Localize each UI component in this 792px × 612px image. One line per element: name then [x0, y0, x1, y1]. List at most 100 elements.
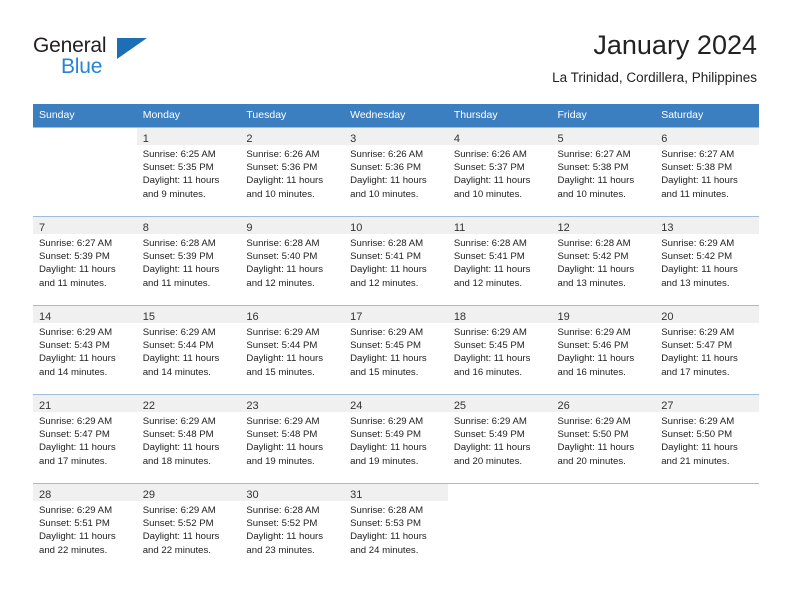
- day-number-bar: 29: [136, 484, 241, 501]
- calendar-week-row: 28 Sunrise: 6:29 AM Sunset: 5:51 PM Dayligh…: [33, 483, 759, 572]
- day-cell-inner: 7 Sunrise: 6:27 AM Sunset: 5:39 PM Daylight…: [33, 217, 137, 305]
- sunset-text: Sunset: 5:41 PM: [350, 251, 422, 263]
- day-sun-info: Sunrise: 6:29 AM Sunset: 5:46 PM Daylight:…: [552, 323, 656, 379]
- calendar-day-cell[interactable]: 23 Sunrise: 6:29 AM Sunset: 5:48 PM Dayligh…: [240, 394, 345, 484]
- sunset-text: Sunset: 5:49 PM: [350, 429, 422, 441]
- day-number: 22: [142, 400, 155, 412]
- sunrise-text: Sunrise: 6:28 AM: [453, 238, 527, 249]
- sunset-text: Sunset: 5:50 PM: [557, 429, 629, 441]
- calendar-day-cell[interactable]: 14 Sunrise: 6:29 AM Sunset: 5:43 PM Dayligh…: [33, 305, 137, 395]
- day-cell-inner: 6 Sunrise: 6:27 AM Sunset: 5:38 PM Daylight…: [655, 128, 759, 216]
- calendar-day-cell[interactable]: 3 Sunrise: 6:26 AM Sunset: 5:36 PM Daylight…: [344, 127, 448, 217]
- calendar-day-cell[interactable]: 1 Sunrise: 6:25 AM Sunset: 5:35 PM Daylight…: [136, 127, 241, 217]
- day-sun-info: Sunrise: 6:26 AM Sunset: 5:37 PM Daylight:…: [448, 145, 552, 201]
- calendar-week-row: 1 Sunrise: 6:25 AM Sunset: 5:35 PM Daylight…: [33, 127, 759, 217]
- calendar-day-cell[interactable]: 27 Sunrise: 6:29 AM Sunset: 5:50 PM Dayligh…: [655, 394, 759, 484]
- sunrise-text: Sunrise: 6:29 AM: [453, 327, 527, 338]
- calendar-day-cell[interactable]: 2 Sunrise: 6:26 AM Sunset: 5:36 PM Daylight…: [240, 127, 345, 217]
- day-number: 14: [39, 311, 52, 323]
- calendar-day-cell[interactable]: 13 Sunrise: 6:29 AM Sunset: 5:42 PM Dayligh…: [655, 216, 759, 306]
- day-cell-inner: 2 Sunrise: 6:26 AM Sunset: 5:36 PM Daylight…: [240, 128, 345, 216]
- day-cell-inner: 8 Sunrise: 6:28 AM Sunset: 5:39 PM Daylight…: [136, 217, 241, 305]
- calendar-day-cell[interactable]: 9 Sunrise: 6:28 AM Sunset: 5:40 PM Daylight…: [240, 216, 345, 306]
- day-number-bar: 21: [33, 395, 137, 412]
- calendar-day-cell[interactable]: 26 Sunrise: 6:29 AM Sunset: 5:50 PM Dayligh…: [551, 394, 656, 484]
- calendar-day-cell[interactable]: 19 Sunrise: 6:29 AM Sunset: 5:46 PM Dayligh…: [551, 305, 656, 395]
- daylight-text-line1: Daylight: 11 hours: [142, 264, 220, 276]
- calendar-day-cell[interactable]: 21 Sunrise: 6:29 AM Sunset: 5:47 PM Dayligh…: [33, 394, 137, 484]
- calendar-day-cell[interactable]: 8 Sunrise: 6:28 AM Sunset: 5:39 PM Daylight…: [136, 216, 241, 306]
- day-cell-inner: 29 Sunrise: 6:29 AM Sunset: 5:52 PM Dayligh…: [136, 484, 241, 572]
- calendar-day-cell[interactable]: 28 Sunrise: 6:29 AM Sunset: 5:51 PM Dayligh…: [33, 483, 137, 572]
- calendar-day-cell[interactable]: 18 Sunrise: 6:29 AM Sunset: 5:45 PM Dayligh…: [447, 305, 552, 395]
- daylight-text-line1: Daylight: 11 hours: [453, 353, 531, 365]
- general-blue-logo[interactable]: General Blue: [33, 34, 173, 90]
- daylight-text-line2: and 9 minutes.: [142, 188, 206, 200]
- calendar-day-cell[interactable]: 31 Sunrise: 6:28 AM Sunset: 5:53 PM Dayligh…: [344, 483, 448, 572]
- day-number-bar: 23: [240, 395, 345, 412]
- calendar-day-cell[interactable]: 25 Sunrise: 6:29 AM Sunset: 5:49 PM Dayligh…: [447, 394, 552, 484]
- day-number-bar: 24: [344, 395, 448, 412]
- calendar-day-cell[interactable]: 24 Sunrise: 6:29 AM Sunset: 5:49 PM Dayligh…: [344, 394, 448, 484]
- daylight-text-line1: Daylight: 11 hours: [142, 353, 220, 365]
- day-sun-info: Sunrise: 6:29 AM Sunset: 5:44 PM Daylight:…: [240, 323, 344, 379]
- calendar-day-cell[interactable]: 29 Sunrise: 6:29 AM Sunset: 5:52 PM Dayligh…: [136, 483, 241, 572]
- logo-text-blue: Blue: [61, 55, 103, 78]
- day-number: 17: [350, 311, 363, 323]
- day-sun-info: Sunrise: 6:29 AM Sunset: 5:50 PM Daylight:…: [655, 412, 759, 468]
- daylight-text-line2: and 14 minutes.: [39, 366, 108, 378]
- calendar-day-cell[interactable]: 10 Sunrise: 6:28 AM Sunset: 5:41 PM Dayligh…: [344, 216, 448, 306]
- daylight-text-line1: Daylight: 11 hours: [246, 353, 324, 365]
- calendar-day-cell[interactable]: 22 Sunrise: 6:29 AM Sunset: 5:48 PM Dayligh…: [136, 394, 241, 484]
- daylight-text-line1: Daylight: 11 hours: [142, 531, 220, 543]
- day-number-bar: 14: [33, 306, 137, 323]
- day-cell-inner: 10 Sunrise: 6:28 AM Sunset: 5:41 PM Dayligh…: [344, 217, 448, 305]
- day-number-bar: 13: [655, 217, 759, 234]
- day-cell-inner: 31 Sunrise: 6:28 AM Sunset: 5:53 PM Dayligh…: [344, 484, 448, 572]
- calendar-day-cell[interactable]: 30 Sunrise: 6:28 AM Sunset: 5:52 PM Dayligh…: [240, 483, 345, 572]
- day-cell-inner: 25 Sunrise: 6:29 AM Sunset: 5:49 PM Dayligh…: [447, 395, 552, 483]
- calendar-day-cell[interactable]: 11 Sunrise: 6:28 AM Sunset: 5:41 PM Dayligh…: [447, 216, 552, 306]
- calendar-day-cell[interactable]: 5 Sunrise: 6:27 AM Sunset: 5:38 PM Daylight…: [551, 127, 656, 217]
- sunset-text: Sunset: 5:36 PM: [350, 162, 422, 174]
- day-sun-info: Sunrise: 6:27 AM Sunset: 5:38 PM Daylight:…: [552, 145, 656, 201]
- daylight-text-line1: Daylight: 11 hours: [39, 531, 116, 543]
- day-sun-info: Sunrise: 6:29 AM Sunset: 5:45 PM Daylight:…: [344, 323, 448, 379]
- calendar-day-cell[interactable]: 17 Sunrise: 6:29 AM Sunset: 5:45 PM Dayligh…: [344, 305, 448, 395]
- calendar-day-cell[interactable]: 7 Sunrise: 6:27 AM Sunset: 5:39 PM Daylight…: [33, 216, 137, 306]
- day-number-bar: 7: [33, 217, 137, 234]
- daylight-text-line2: and 17 minutes.: [39, 455, 108, 467]
- calendar-table: Sunday Monday Tuesday Wednesday Thursday…: [33, 104, 759, 572]
- day-sun-info: Sunrise: 6:29 AM Sunset: 5:43 PM Daylight:…: [33, 323, 137, 379]
- sunset-text: Sunset: 5:45 PM: [453, 340, 525, 352]
- calendar-day-cell[interactable]: 6 Sunrise: 6:27 AM Sunset: 5:38 PM Daylight…: [655, 127, 759, 217]
- day-number: 12: [557, 222, 570, 234]
- sunrise-text: Sunrise: 6:29 AM: [350, 416, 424, 427]
- day-cell-inner: 30 Sunrise: 6:28 AM Sunset: 5:52 PM Dayligh…: [240, 484, 345, 572]
- day-number-bar: 2: [240, 128, 345, 145]
- sunset-text: Sunset: 5:35 PM: [142, 162, 214, 174]
- calendar-cell-empty: [447, 483, 552, 572]
- day-number-bar: [33, 128, 137, 145]
- daylight-text-line1: Daylight: 11 hours: [453, 442, 531, 454]
- daylight-text-line1: Daylight: 11 hours: [661, 353, 738, 365]
- calendar-day-cell[interactable]: 15 Sunrise: 6:29 AM Sunset: 5:44 PM Dayligh…: [136, 305, 241, 395]
- day-sun-info: Sunrise: 6:29 AM Sunset: 5:42 PM Daylight:…: [655, 234, 759, 290]
- calendar-cell-empty: [655, 483, 759, 572]
- daylight-text-line2: and 12 minutes.: [246, 277, 315, 289]
- day-cell-inner: 5 Sunrise: 6:27 AM Sunset: 5:38 PM Daylight…: [551, 128, 656, 216]
- calendar-week-row: 14 Sunrise: 6:29 AM Sunset: 5:43 PM Dayligh…: [33, 305, 759, 395]
- calendar-day-cell[interactable]: 16 Sunrise: 6:29 AM Sunset: 5:44 PM Dayligh…: [240, 305, 345, 395]
- sunset-text: Sunset: 5:37 PM: [453, 162, 525, 174]
- calendar-day-cell[interactable]: 4 Sunrise: 6:26 AM Sunset: 5:37 PM Daylight…: [447, 127, 552, 217]
- day-sun-info: Sunrise: 6:29 AM Sunset: 5:48 PM Daylight:…: [137, 412, 241, 468]
- daylight-text-line2: and 13 minutes.: [661, 277, 730, 289]
- day-number: 1: [142, 133, 149, 145]
- day-sun-info: Sunrise: 6:29 AM Sunset: 5:49 PM Daylight:…: [448, 412, 552, 468]
- weekday-header-monday: Monday: [136, 104, 241, 128]
- sunrise-text: Sunrise: 6:26 AM: [246, 149, 320, 160]
- calendar-day-cell[interactable]: 20 Sunrise: 6:29 AM Sunset: 5:47 PM Dayligh…: [655, 305, 759, 395]
- weekday-header-sunday: Sunday: [33, 104, 137, 128]
- day-cell-inner: 3 Sunrise: 6:26 AM Sunset: 5:36 PM Daylight…: [344, 128, 448, 216]
- calendar-day-cell[interactable]: 12 Sunrise: 6:28 AM Sunset: 5:42 PM Dayligh…: [551, 216, 656, 306]
